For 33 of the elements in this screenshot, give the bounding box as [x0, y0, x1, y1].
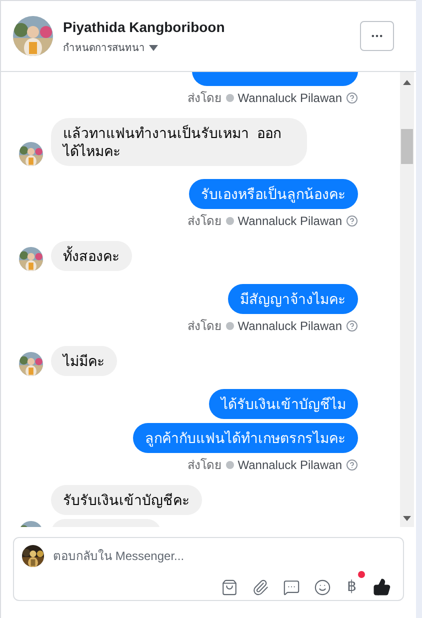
message-bubble: รับเองหรือเป็นลูกน้องคะ [189, 179, 358, 209]
reply-input[interactable]: ตอบกลับใน Messenger... [53, 547, 395, 565]
sender-name: Wannaluck Pilawan [238, 319, 342, 333]
message-bubble: ไม่มีคะ [51, 346, 117, 376]
paperclip-icon[interactable] [252, 578, 269, 596]
message-bubble: มีสัญญาจ้างไมคะ [228, 284, 358, 314]
smiley-icon[interactable] [314, 578, 331, 596]
help-icon[interactable] [346, 215, 358, 227]
caret-down-icon [149, 45, 158, 51]
payment-button[interactable]: ฿ [345, 579, 359, 594]
sent-by-label: ส่งโดย [188, 214, 222, 228]
scroll-down-arrow-icon[interactable] [403, 516, 411, 521]
help-icon[interactable] [346, 459, 358, 471]
sent-by-label: ส่งโดย [188, 458, 222, 472]
sent-by-label: ส่งโดย [188, 319, 222, 333]
message-bubble: แล้วทาแฟนทำงานเป็นรับเหมา ออกได้ไหมคะ [51, 118, 307, 166]
conversation-settings-dropdown[interactable]: กำหนดการสนทนา [63, 40, 158, 56]
sender-name: Wannaluck Pilawan [238, 458, 342, 472]
thumbs-up-icon[interactable] [373, 578, 391, 596]
scroll-up-arrow-icon[interactable] [403, 80, 411, 85]
speech-bubble-icon[interactable] [283, 578, 300, 596]
sent-by-label: ส่งโดย [188, 91, 222, 105]
message-bubble: ทั้งสองคะ [51, 241, 132, 271]
scrollbar-thumb[interactable] [401, 129, 413, 164]
shopping-bag-icon[interactable] [221, 578, 238, 596]
contact-name: Piyathida Kangboriboon [63, 18, 226, 37]
sender-name: Wannaluck Pilawan [238, 214, 342, 228]
help-icon[interactable] [346, 320, 358, 332]
sender-name: Wannaluck Pilawan [238, 91, 342, 105]
help-icon[interactable] [346, 92, 358, 104]
message-bubble: รับรับเงินเข้าบัญชีคะ [51, 485, 202, 515]
message-bubble: ได้รับเงินเข้าบัญชีไม [209, 389, 358, 419]
message-bubble: ลูกค้ากับแฟนได้ทำเกษตรกรไมคะ [133, 423, 358, 453]
